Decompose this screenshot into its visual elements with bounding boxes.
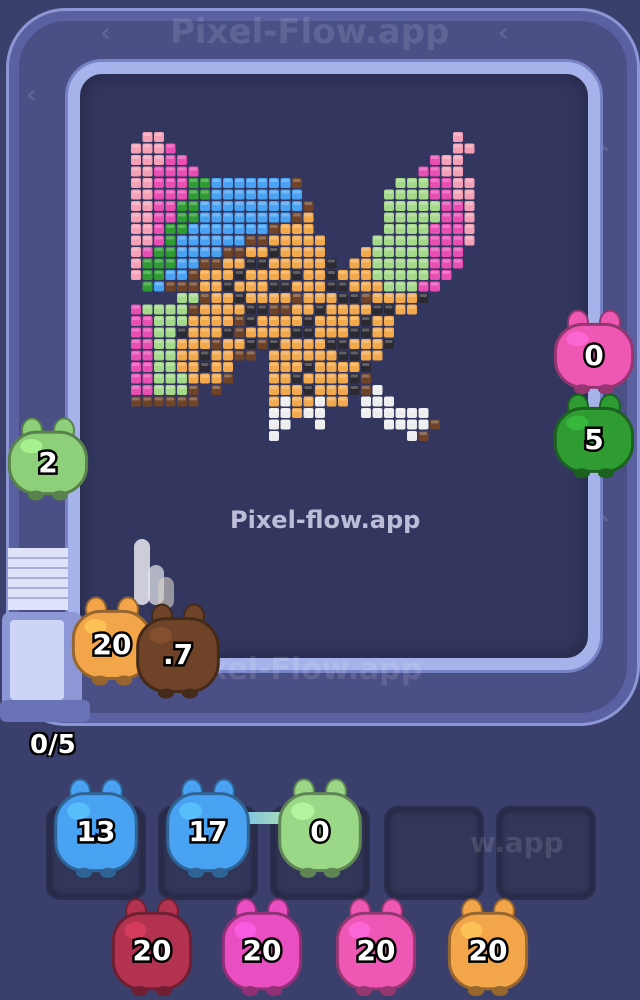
queue-creature-1[interactable]: 20: [106, 892, 198, 1000]
creature-bottom-brown[interactable]: .7: [130, 598, 226, 702]
creature-right-bottom[interactable]: 5: [548, 390, 640, 480]
creature-count: .7: [163, 638, 193, 671]
watermark-slot-row: w.app: [470, 826, 564, 859]
creature-count: 0: [584, 339, 603, 372]
creature-left[interactable]: 2: [2, 414, 94, 502]
creature-count: 13: [77, 815, 116, 848]
creature-count: 0: [310, 815, 329, 848]
chevron-left-icon: ‹: [26, 80, 37, 110]
slot-creature-3[interactable]: 0: [272, 772, 368, 882]
chevron-left-icon: ‹: [498, 18, 509, 48]
watermark-center: Pixel-flow.app: [230, 506, 421, 534]
slot-creature-1[interactable]: 13: [48, 772, 144, 882]
creature-count: 5: [584, 423, 603, 456]
capacity-counter: 0/5: [30, 730, 76, 760]
queue-creature-4[interactable]: 20: [442, 892, 534, 1000]
queue-creature-2[interactable]: 20: [216, 892, 308, 1000]
creature-count: 20: [357, 934, 396, 967]
creature-count: 17: [189, 815, 228, 848]
slot-creature-2[interactable]: 17: [160, 772, 256, 882]
watermark-bottom: xel-Flow.app: [208, 652, 423, 687]
slot-4[interactable]: [384, 806, 484, 900]
chevron-left-icon: ‹: [100, 18, 111, 48]
creature-count: 20: [93, 628, 132, 661]
queue-creature-3[interactable]: 20: [330, 892, 422, 1000]
creature-count: 20: [469, 934, 508, 967]
watermark-top: Pixel-Flow.app: [170, 12, 450, 52]
creature-count: 20: [133, 934, 172, 967]
creature-right-top[interactable]: 0: [548, 306, 640, 396]
ladder-icon: [8, 548, 68, 610]
creature-count: 2: [38, 446, 57, 479]
creature-count: 20: [243, 934, 282, 967]
